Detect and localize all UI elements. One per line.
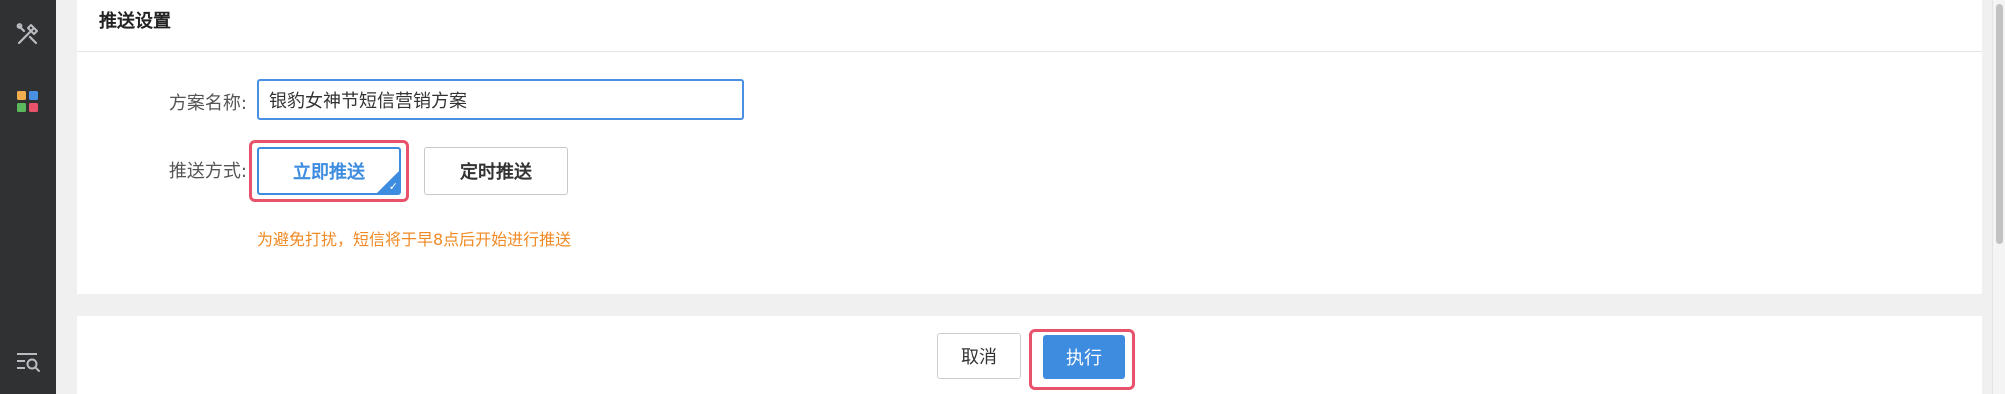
scrollbar-thumb[interactable] [1996,4,2003,244]
card-header: 推送设置 [77,0,1982,52]
plan-name-label: 方案名称: [168,93,247,114]
list-search-icon[interactable] [14,348,42,376]
push-settings-card: 推送设置 方案名称: 推送方式: 立即推送 ✓ 定时推送 为避免打扰，短信将于早… [77,0,1982,294]
apps-grid-icon[interactable] [14,88,42,116]
push-immediate-option[interactable]: 立即推送 ✓ [257,147,401,195]
checkmark-icon: ✓ [388,180,398,193]
action-bar: 取消 执行 [77,316,1982,394]
push-immediate-label: 立即推送 [293,162,365,183]
cancel-button[interactable]: 取消 [937,333,1021,379]
push-scheduled-label: 定时推送 [460,162,532,183]
push-method-label: 推送方式: [168,161,247,182]
left-sidebar [0,0,56,394]
push-scheduled-option[interactable]: 定时推送 [424,147,568,195]
execute-button[interactable]: 执行 [1043,335,1125,379]
card-title: 推送设置 [99,10,171,32]
vertical-scrollbar[interactable] [1992,0,2005,394]
plan-name-input[interactable] [257,79,744,120]
tools-icon[interactable] [14,20,42,48]
push-hint-text: 为避免打扰，短信将于早8点后开始进行推送 [257,230,572,249]
